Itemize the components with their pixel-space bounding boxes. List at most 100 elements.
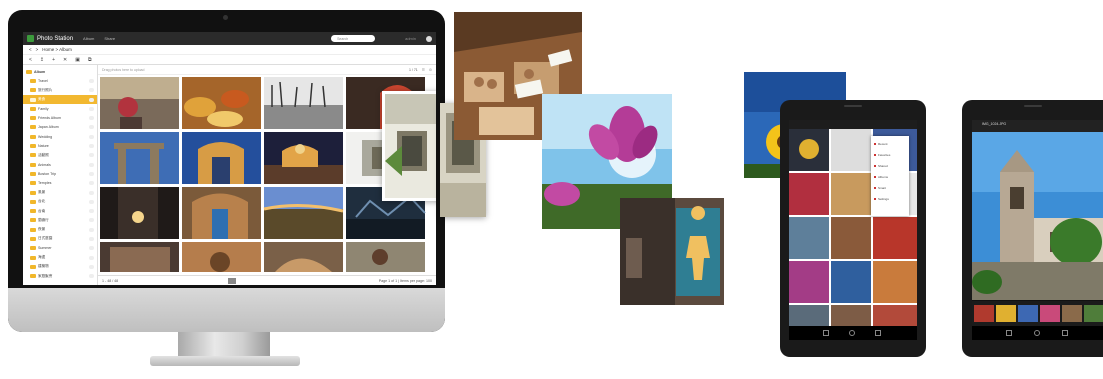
photo-thumb[interactable] (100, 187, 179, 239)
slideshow-button[interactable] (228, 278, 236, 284)
sidebar-item[interactable]: 美食 (23, 94, 97, 105)
tablet-side-menu: Recent Favorites Shared Albums Smart Settings (871, 136, 909, 216)
upload-hint: Drag photos here to upload (102, 67, 145, 72)
sidebar-item[interactable]: 風景 (23, 188, 97, 197)
sidebar-item[interactable]: 活動照 (23, 151, 97, 160)
sidebar-item[interactable]: 海邊 (23, 253, 97, 262)
app-logo[interactable]: Photo Station (27, 35, 73, 42)
tablet-menu-item[interactable]: Settings (874, 195, 889, 202)
sidebar-item-label: Boston Trip (38, 171, 57, 176)
view-toggle-icon[interactable]: ☰ (422, 68, 425, 72)
settings-icon[interactable]: ⚙ (429, 68, 432, 72)
sidebar-item[interactable]: Summer (23, 244, 97, 253)
search-input[interactable]: Search (331, 35, 376, 42)
filmstrip[interactable] (972, 301, 1103, 326)
sidebar-item[interactable]: 家庭聚會 (23, 272, 97, 281)
tablet-menu-item[interactable]: Smart (874, 184, 886, 191)
breadcrumb-path[interactable]: Home > Album (42, 47, 72, 52)
sidebar-item[interactable]: 日式庭園 (23, 234, 97, 243)
sidebar-item[interactable]: 台北 (23, 197, 97, 206)
photo-grid-area: Drag photos here to upload 1 / 71 ☰ ⚙ 1 … (98, 65, 436, 285)
tablet-left: Recent Favorites Shared Albums Smart Settings (780, 100, 926, 357)
share-icon[interactable]: < (29, 57, 32, 63)
sidebar-item[interactable]: 夜景 (23, 225, 97, 234)
sidebar-item[interactable]: Boston Trip (23, 169, 97, 178)
recents-nav-icon[interactable] (1062, 330, 1068, 336)
monitor-stand (178, 332, 270, 358)
sidebar-item[interactable]: Temples (23, 179, 97, 188)
home-nav-icon[interactable] (1034, 330, 1040, 336)
enlarged-photo-frame[interactable] (382, 91, 436, 201)
sidebar-item[interactable]: Travel (23, 76, 97, 85)
add-icon[interactable]: + (52, 57, 55, 63)
nav-share[interactable]: Share (104, 36, 115, 41)
sidebar-item-label: 台北 (38, 199, 46, 204)
sidebar-item-label: 夜景 (38, 227, 46, 232)
sidebar-item[interactable]: Friends Album (23, 113, 97, 122)
sidebar-item[interactable]: Animals (23, 160, 97, 169)
enlarged-photo (385, 94, 436, 198)
photo-thumb[interactable] (182, 132, 261, 184)
sidebar-item[interactable]: Wedding (23, 132, 97, 141)
close-icon[interactable]: ✕ (63, 57, 67, 63)
back-nav-icon[interactable] (1006, 330, 1012, 336)
sidebar-item[interactable]: 蘭嶼行 (23, 216, 97, 225)
tablet-menu-item[interactable]: Favorites (874, 151, 890, 158)
sidebar-item[interactable]: 建築物 (23, 262, 97, 271)
sidebar-item[interactable]: Japan Album (23, 123, 97, 132)
count-badge (89, 106, 94, 111)
folder-icon (30, 218, 36, 223)
nav-album[interactable]: Album (83, 36, 94, 41)
sidebar-item[interactable]: Nature (23, 141, 97, 150)
folder-icon (30, 171, 36, 176)
photo-thumb[interactable] (182, 242, 261, 272)
grid-footer: 1 - 48 / 48 Page 1 of 1 | Items per page… (98, 275, 436, 285)
tablet-menu-label: Smart (878, 185, 887, 190)
monitor-foot (150, 356, 300, 366)
count-badge (89, 218, 94, 223)
tablet-menu-item[interactable]: Albums (874, 173, 888, 180)
forward-button[interactable]: > (36, 47, 39, 52)
sidebar-item-label: Japan Album (38, 125, 59, 130)
more-icon[interactable]: ⧉ (88, 57, 92, 63)
copy-icon[interactable]: ▣ (75, 57, 80, 63)
count-badge (89, 227, 94, 232)
breadcrumb: < > Home > Album (23, 45, 436, 55)
upload-icon[interactable]: ↥ (40, 57, 44, 63)
photo-thumb[interactable] (182, 187, 261, 239)
user-menu[interactable]: admin (405, 36, 416, 41)
folder-icon (30, 78, 36, 83)
avatar[interactable] (426, 35, 432, 42)
photo-thumb[interactable] (264, 242, 343, 272)
sidebar-item-label: 風景 (38, 190, 46, 194)
promo-stage: Photo Station Album Share Search admin <… (0, 0, 1103, 379)
photo-thumb[interactable] (264, 132, 343, 184)
folder-icon (30, 134, 36, 139)
tablet-menu-item[interactable]: Recent (874, 140, 888, 147)
tablet-menu-label: Shared (878, 163, 888, 168)
sidebar-item-label: 海邊 (38, 255, 46, 260)
folder-icon (30, 227, 36, 232)
photo-thumb[interactable] (264, 77, 343, 129)
folder-icon (30, 116, 36, 121)
photo-thumb[interactable] (182, 77, 261, 129)
home-nav-icon[interactable] (849, 330, 855, 336)
folder-icon (30, 246, 36, 251)
back-button[interactable]: < (29, 47, 32, 52)
photo-thumb[interactable] (346, 242, 425, 272)
recents-nav-icon[interactable] (875, 330, 881, 336)
photo-thumb[interactable] (100, 132, 179, 184)
sidebar-item[interactable]: Album (23, 67, 97, 76)
tablet-menu-item[interactable]: Shared (874, 162, 888, 169)
photo-thumb[interactable] (100, 242, 179, 272)
folder-icon (30, 199, 36, 204)
back-nav-icon[interactable] (823, 330, 829, 336)
app-body: Album Travel 旅行照片 美食 Family Friends Album Japa… (23, 65, 436, 285)
photo-thumb[interactable] (100, 77, 179, 129)
sign-photo (620, 198, 724, 305)
sidebar-item[interactable]: 旅行照片 (23, 86, 97, 95)
sidebar-item[interactable]: 台南 (23, 206, 97, 215)
sidebar-item[interactable]: Family (23, 104, 97, 113)
photo-thumb[interactable] (263, 187, 344, 239)
item-count: 1 / 71 (408, 67, 418, 72)
